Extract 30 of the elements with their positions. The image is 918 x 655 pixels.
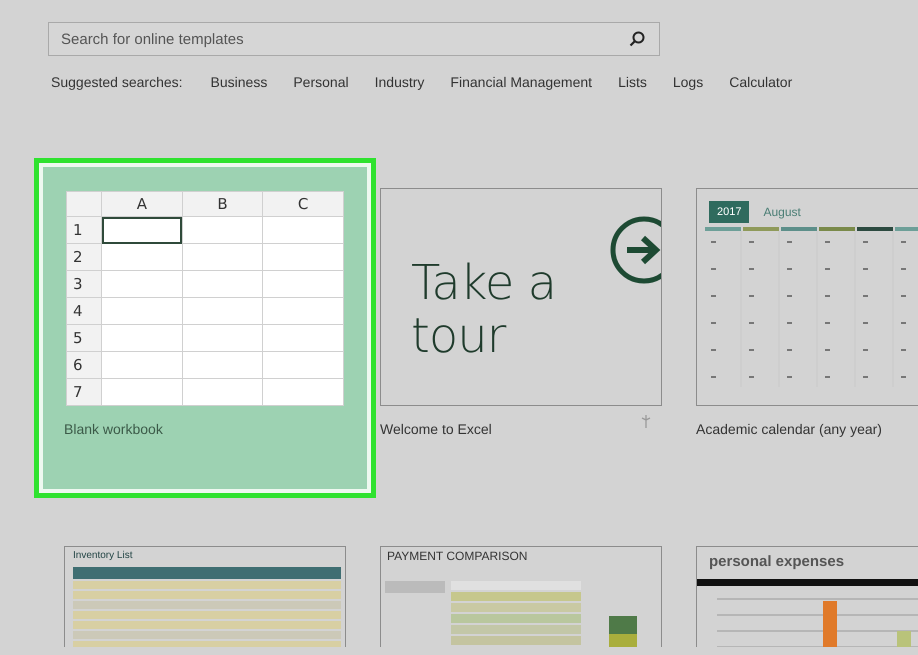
column-header: A [102, 192, 182, 216]
template-name: Blank workbook [64, 421, 163, 437]
template-title: Inventory List [73, 550, 132, 561]
year-label: 2017 [709, 201, 750, 223]
column-header: C [262, 192, 344, 216]
template-name: Welcome to Excel [380, 421, 492, 437]
template-name: Academic calendar (any year) [696, 421, 882, 437]
row-header: 3 [66, 270, 102, 298]
template-tile[interactable]: A B C 1 2 3 4 5 6 7 Blank workbook [34, 158, 376, 498]
month-label: August [763, 205, 801, 219]
row-header: 2 [66, 244, 102, 270]
suggested-search-link[interactable]: Business [210, 74, 268, 90]
suggested-searches-label: Suggested searches: [51, 74, 183, 90]
suggested-search-link[interactable]: Lists [618, 74, 647, 90]
suggested-search-link[interactable]: Logs [672, 74, 704, 90]
template-title: personal expenses [709, 553, 844, 570]
row-header: 7 [66, 378, 102, 406]
tour-heading: Take a tour [411, 257, 558, 363]
column-header: B [182, 192, 263, 216]
suggested-search-link[interactable]: Personal [293, 74, 349, 90]
row-header: 1 [66, 216, 102, 244]
template-title: PAYMENT COMPARISON [387, 549, 528, 563]
suggested-search-link[interactable]: Financial Management [450, 74, 592, 90]
search-icon[interactable] [628, 30, 646, 48]
row-header: 6 [66, 352, 102, 378]
suggested-search-link[interactable]: Calculator [729, 74, 792, 90]
suggested-search-link[interactable]: Industry [374, 74, 424, 90]
row-header: 4 [66, 298, 102, 324]
search-field[interactable]: Search for online templates [48, 22, 660, 56]
row-header: 5 [66, 324, 102, 352]
